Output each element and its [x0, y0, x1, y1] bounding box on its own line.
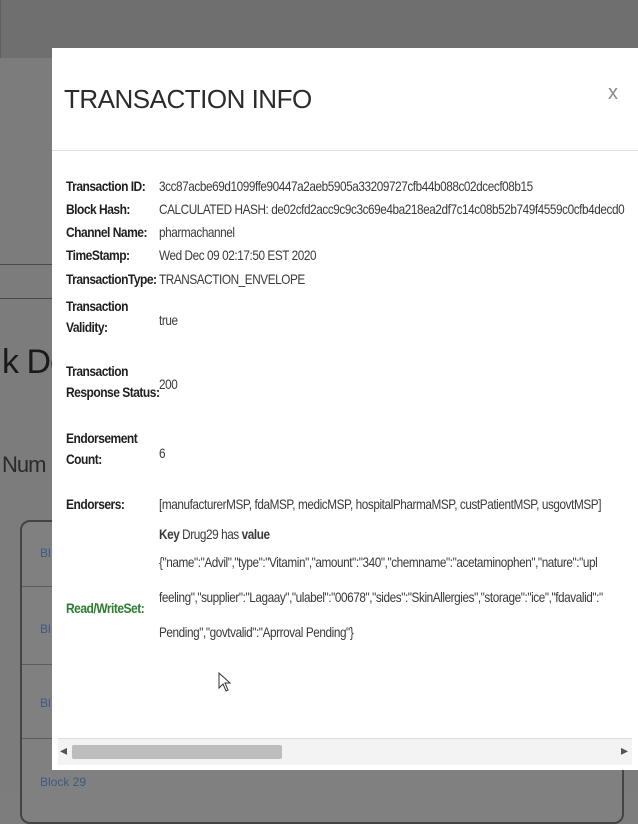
- background-block-link[interactable]: Bl: [40, 622, 51, 636]
- endorsers-value: [manufacturerMSP, fdaMSP, medicMSP, hosp…: [159, 496, 602, 512]
- label-line: Response Status:: [66, 384, 160, 400]
- response-status-label: Transaction Response Status:: [66, 361, 160, 403]
- block-hash-value: CALCULATED HASH: de02cfd2acc9c9c3c69e4ba…: [159, 201, 625, 217]
- rwset-value-line-1: {"name":"Advil","type":"Vitamin","amount…: [159, 554, 598, 570]
- rwset-value-line-3: Pending","govtvalid":"Aprroval Pending"}: [159, 624, 354, 640]
- scroll-right-arrow-icon[interactable]: ▸: [621, 742, 628, 759]
- modal-title: TRANSACTION INFO: [64, 84, 312, 114]
- endorsement-count-label: Endorsement Count:: [66, 428, 138, 470]
- transaction-id-value: 3cc87acbe69d1099ffe90447a2aeb5905a332097…: [159, 178, 533, 194]
- value-word: value: [241, 526, 270, 542]
- channel-name-value: pharmachannel: [159, 224, 235, 240]
- rwset-key-line: Key Drug29 has value: [159, 524, 270, 545]
- transaction-type-value: TRANSACTION_ENVELOPE: [159, 271, 305, 287]
- background-row-divider: [22, 664, 52, 665]
- transaction-type-label: TransactionType:: [66, 271, 157, 287]
- block-hash-label: Block Hash:: [66, 201, 130, 217]
- channel-name-label: Channel Name:: [66, 224, 147, 240]
- label-line: Transaction: [66, 363, 128, 379]
- background-row-divider: [22, 586, 52, 587]
- background-column: [0, 0, 1, 58]
- scroll-left-arrow-icon[interactable]: ◂: [60, 742, 67, 759]
- label-line: Endorsement: [66, 430, 138, 446]
- timestamp-label: TimeStamp:: [66, 247, 130, 263]
- label-line: Validity:: [66, 319, 108, 335]
- background-subheading: Num: [2, 452, 46, 477]
- transaction-validity-value: true: [159, 312, 178, 328]
- key-word: Key: [159, 526, 180, 542]
- has-word: has: [221, 526, 239, 542]
- background-row-divider: [22, 738, 52, 739]
- read-write-set-label: Read/WriteSet:: [66, 600, 145, 616]
- transaction-info-modal: TRANSACTION INFO x Transaction ID: 3cc87…: [52, 48, 638, 770]
- modal-header: TRANSACTION INFO x: [52, 48, 638, 151]
- endorsers-label: Endorsers:: [66, 496, 125, 512]
- label-line: Count:: [66, 451, 102, 467]
- mouse-cursor-icon: [218, 672, 232, 692]
- timestamp-value: Wed Dec 09 02:17:50 EST 2020: [159, 247, 317, 263]
- transaction-validity-label: Transaction Validity:: [66, 296, 128, 338]
- key-name: Drug29: [182, 526, 219, 542]
- background-block-link[interactable]: Block 29: [40, 775, 86, 789]
- transaction-id-label: Transaction ID:: [66, 178, 146, 194]
- rwset-value-line-2: feeling","supplier":"Lagaay","ulabel":"0…: [159, 589, 603, 605]
- horizontal-scrollbar[interactable]: ◂ ▸: [58, 738, 632, 765]
- background-block-link[interactable]: Bl: [40, 696, 51, 710]
- close-button[interactable]: x: [608, 82, 618, 105]
- response-status-value: 200: [159, 376, 178, 392]
- background-block-link[interactable]: Bl: [40, 546, 51, 560]
- label-line: Transaction: [66, 298, 128, 314]
- scrollbar-thumb[interactable]: [72, 745, 282, 759]
- endorsement-count-value: 6: [159, 445, 166, 461]
